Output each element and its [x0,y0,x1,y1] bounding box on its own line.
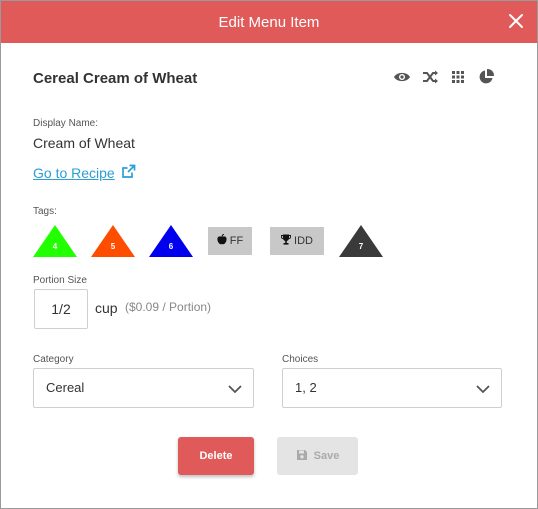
close-icon[interactable] [505,10,527,32]
tags-label: Tags: [33,206,57,217]
choices-label: Choices [282,354,319,365]
tag-triangle-4[interactable]: 4 [33,225,77,257]
go-to-recipe-link[interactable]: Go to Recipe [33,164,136,182]
trophy-icon [281,234,291,248]
save-button[interactable]: Save [277,437,358,475]
tag-idd-label: IDD [294,235,313,247]
delete-button[interactable]: Delete [178,437,254,475]
delete-button-label: Delete [199,450,233,462]
category-select[interactable]: Cereal [33,368,254,408]
chevron-down-icon [227,381,243,397]
edit-menu-item-dialog: Edit Menu Item Cereal Cream of Wheat Dis… [0,0,538,509]
save-icon [296,449,308,464]
choices-value: 1, 2 [295,380,317,395]
recipe-link-label: Go to Recipe [33,165,115,181]
portion-size-label: Portion Size [33,275,87,286]
category-value: Cereal [46,380,85,395]
tag-idd[interactable]: IDD [270,227,324,255]
category-label: Category [33,354,74,365]
pie-chart-icon[interactable] [477,68,495,86]
shuffle-icon[interactable] [421,68,439,86]
tag-number: 6 [168,242,174,251]
tag-number: 5 [110,242,116,251]
dialog-title: Edit Menu Item [218,14,320,31]
display-name-label: Display Name: [33,118,99,129]
apple-icon [217,233,227,248]
tag-triangle-5[interactable]: 5 [91,225,135,257]
portion-size-input[interactable]: 1/2 [34,289,88,329]
display-name-value: Cream of Wheat [33,135,135,151]
chevron-down-icon [475,381,491,397]
item-toolbar [393,68,495,86]
tag-triangle-7[interactable]: 7 [339,225,383,257]
choices-select[interactable]: 1, 2 [282,368,502,408]
dialog-header: Edit Menu Item [1,1,537,43]
portion-unit: cup [95,300,118,316]
tag-triangle-6[interactable]: 6 [149,225,193,257]
tag-number: 4 [52,242,58,251]
eye-icon[interactable] [393,68,411,86]
tag-ff-label: FF [229,235,244,247]
grid-icon[interactable] [449,68,467,86]
tag-ff[interactable]: FF [208,227,252,255]
portion-price: ($0.09 / Portion) [125,300,212,314]
save-button-label: Save [313,450,340,462]
item-title: Cereal Cream of Wheat [33,70,198,87]
tag-number: 7 [358,242,364,251]
external-link-icon [121,164,136,182]
